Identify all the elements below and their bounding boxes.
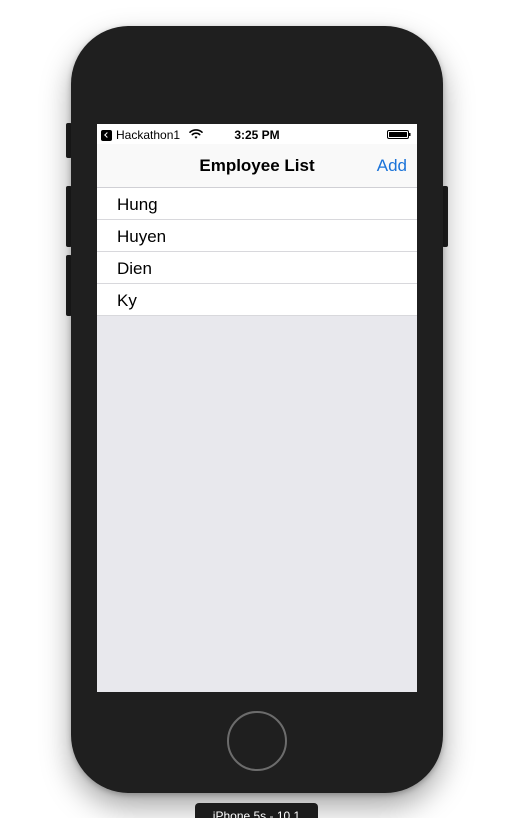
status-bar: Hackathon1 3:25 PM: [97, 124, 417, 144]
list-item[interactable]: Dien: [97, 252, 417, 284]
device-screen: Hackathon1 3:25 PM Employee List Add Hun…: [97, 124, 417, 692]
navigation-bar: Employee List Add: [97, 144, 417, 188]
status-time: 3:25 PM: [234, 128, 280, 142]
employee-name: Ky: [117, 291, 137, 310]
device-label: iPhone 5s - 10.1: [195, 803, 318, 818]
employee-name: Hung: [117, 195, 158, 214]
battery-icon: [387, 130, 411, 139]
list-item[interactable]: Huyen: [97, 220, 417, 252]
employee-name: Huyen: [117, 227, 167, 246]
list-item[interactable]: Hung: [97, 188, 417, 220]
add-button[interactable]: Add: [377, 156, 407, 176]
employee-name: Dien: [117, 259, 152, 278]
list-item[interactable]: Ky: [97, 284, 417, 316]
simulator-window: Hackathon1 3:25 PM Employee List Add Hun…: [0, 0, 505, 818]
home-button[interactable]: [227, 711, 287, 771]
employee-list: Hung Huyen Dien Ky: [97, 188, 417, 316]
page-title: Employee List: [199, 156, 315, 175]
